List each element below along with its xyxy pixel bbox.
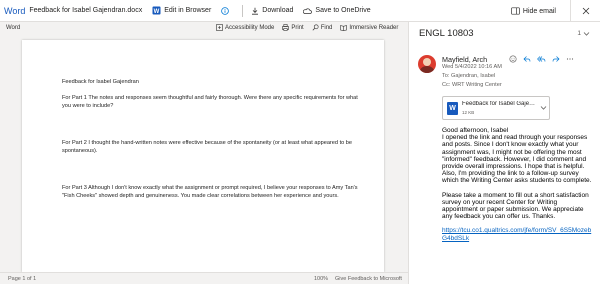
print-icon bbox=[282, 24, 290, 31]
info-icon bbox=[221, 6, 230, 15]
give-feedback-link[interactable]: Give Feedback to Microsoft bbox=[335, 276, 402, 282]
smiley-icon[interactable] bbox=[509, 55, 517, 63]
save-to-onedrive-label: Save to OneDrive bbox=[315, 7, 371, 14]
search-icon bbox=[312, 24, 319, 31]
email-greeting: Good afternoon, Isabel bbox=[442, 127, 509, 134]
edit-in-browser-label: Edit in Browser bbox=[164, 7, 212, 14]
feedback-part-3: For Part 3 Although I don't know exactly… bbox=[62, 185, 358, 199]
more-options-icon[interactable] bbox=[566, 55, 574, 63]
attachment-name: Feedback for Isabel Gajendran.docx bbox=[462, 101, 538, 107]
download-button[interactable]: Download bbox=[251, 7, 293, 15]
reply-all-icon[interactable] bbox=[537, 55, 546, 63]
reply-icon[interactable] bbox=[523, 55, 531, 63]
accessibility-mode-button[interactable]: Accessibility Mode bbox=[216, 24, 274, 31]
document-page: Feedback for Isabel Gajendran For Part 1… bbox=[22, 40, 384, 272]
toolbar-divider bbox=[242, 4, 244, 17]
email-to[interactable]: To: Gajendran, Isabel bbox=[442, 73, 495, 79]
survey-link[interactable]: https://tcu.co1.qualtrics.com/jfe/form/S… bbox=[442, 227, 592, 241]
viewer-status-bar: Page 1 of 1 100% Give Feedback to Micros… bbox=[0, 272, 408, 284]
email-body: Good afternoon, Isabel I opened the link… bbox=[442, 127, 592, 242]
viewer-app-label: Word bbox=[6, 25, 21, 31]
preview-toolbar: Word Feedback for Isabel Gajendran.docx … bbox=[0, 0, 600, 22]
email-paragraph-1: I opened the link and read through your … bbox=[442, 134, 588, 171]
feedback-part-1: For Part 1 The notes and responses seem … bbox=[62, 95, 358, 109]
find-button[interactable]: Find bbox=[312, 24, 333, 31]
attachment-size: 12 KB bbox=[462, 110, 475, 115]
print-label: Print bbox=[291, 24, 304, 31]
sender-avatar bbox=[418, 55, 436, 73]
close-preview-button[interactable] bbox=[570, 0, 600, 22]
download-label: Download bbox=[262, 7, 294, 14]
email-pane: ENGL 10803 1 Mayfield, Arch Wed 5/4/2022… bbox=[409, 22, 600, 284]
hide-email-button[interactable]: Hide email bbox=[511, 7, 556, 15]
svg-text:W: W bbox=[154, 9, 160, 15]
hide-email-label: Hide email bbox=[522, 7, 556, 15]
immersive-reader-icon bbox=[340, 25, 348, 31]
accessibility-mode-label: Accessibility Mode bbox=[225, 24, 275, 31]
email-date: Wed 5/4/2022 10:16 AM bbox=[442, 64, 502, 70]
word-edit-icon: W bbox=[152, 6, 161, 15]
print-button[interactable]: Print bbox=[282, 24, 304, 31]
message-actions bbox=[509, 55, 580, 63]
document-title: Feedback for Isabel Gajendran bbox=[62, 79, 139, 85]
feedback-part-2: For Part 2 I thought the hand-written no… bbox=[62, 140, 353, 154]
viewer-toolbar: Accessibility Mode Print Find Immersive … bbox=[216, 24, 406, 31]
sender-name[interactable]: Mayfield, Arch bbox=[442, 55, 487, 64]
forward-icon[interactable] bbox=[552, 55, 560, 63]
email-paragraph-3: Please take a moment to fill out a short… bbox=[442, 191, 589, 221]
chevron-down-icon bbox=[583, 31, 590, 36]
email-cc[interactable]: Cc: WRT Writing Center bbox=[442, 82, 502, 88]
download-icon bbox=[252, 7, 259, 15]
email-subject: ENGL 10803 bbox=[419, 28, 474, 39]
immersive-reader-label: Immersive Reader bbox=[349, 24, 399, 31]
document-body: Feedback for Isabel Gajendran For Part 1… bbox=[62, 78, 362, 200]
message-count: 1 bbox=[577, 30, 581, 37]
find-label: Find bbox=[320, 24, 333, 31]
immersive-reader-button[interactable]: Immersive Reader bbox=[340, 24, 398, 31]
onedrive-save-icon bbox=[303, 7, 313, 14]
edit-in-browser-button[interactable]: W Edit in Browser bbox=[152, 6, 211, 15]
accessibility-icon bbox=[216, 24, 223, 31]
info-button[interactable] bbox=[221, 6, 232, 15]
save-to-onedrive-button[interactable]: Save to OneDrive bbox=[303, 7, 371, 15]
file-name: Feedback for Isabel Gajendran.docx bbox=[29, 7, 143, 14]
app-name: Word bbox=[4, 5, 26, 16]
word-viewer: Word Accessibility Mode Print Find Immer… bbox=[0, 22, 408, 284]
email-paragraph-2: Also, I'm providing the link to a follow… bbox=[442, 170, 592, 185]
chevron-down-icon[interactable] bbox=[540, 105, 547, 111]
zoom-level[interactable]: 100% bbox=[314, 276, 328, 282]
message-count-control[interactable]: 1 bbox=[577, 30, 590, 37]
page-count: Page 1 of 1 bbox=[8, 275, 37, 282]
close-icon bbox=[582, 7, 589, 15]
word-doc-icon: W bbox=[447, 102, 458, 115]
attachment-card[interactable]: W Feedback for Isabel Gajendran.docx 12 … bbox=[442, 96, 550, 120]
hide-email-icon bbox=[511, 7, 520, 15]
